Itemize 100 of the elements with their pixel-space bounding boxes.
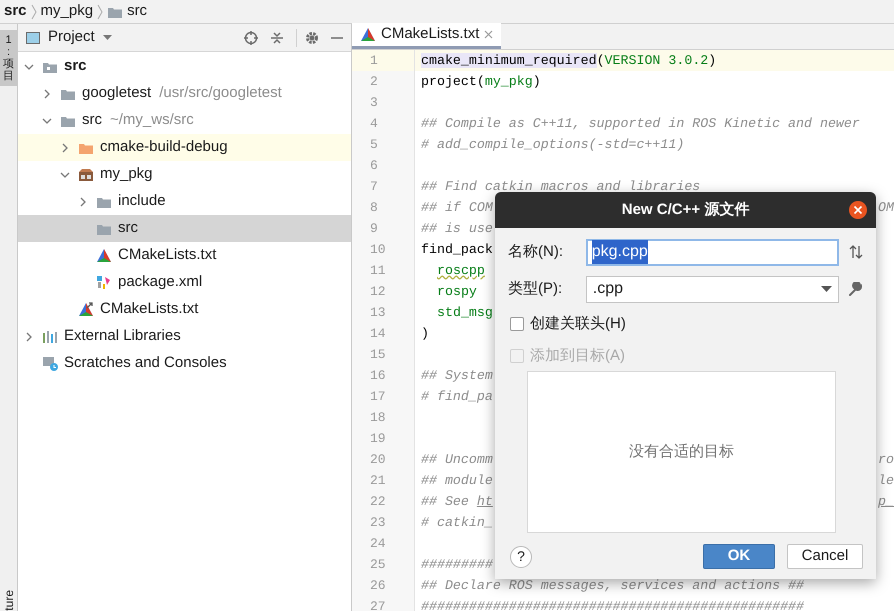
code-line: project(my_pkg) (421, 72, 541, 91)
line-number: 25 (352, 554, 415, 575)
tree-item[interactable]: Scratches and Consoles (18, 350, 351, 377)
line-number: 7 (352, 176, 415, 197)
tree-item[interactable]: CMakeLists.txt (18, 242, 351, 269)
code-line: ################################################ (421, 598, 804, 611)
breadcrumb-item[interactable]: src (4, 0, 27, 23)
project-view-dropdown[interactable]: Project (48, 26, 112, 49)
line-number: 5 (352, 134, 415, 155)
code-fragment: OM (878, 198, 894, 217)
code-line: # catkin_ (421, 514, 493, 532)
tree-item-label: src (118, 218, 138, 238)
line-number: 10 (352, 239, 415, 260)
scratches-icon (42, 356, 58, 371)
line-number: 12 (352, 281, 415, 302)
triangle-icon (360, 27, 376, 42)
triangle-icon (78, 302, 94, 317)
library-icon (42, 330, 58, 344)
line-number: 14 (352, 323, 415, 344)
line-number: 24 (352, 533, 415, 554)
tree-item[interactable]: cmake-build-debug (18, 134, 351, 161)
code-line: ## is use (421, 220, 493, 238)
sort-icon[interactable] (849, 244, 863, 260)
ok-button[interactable]: OK (703, 544, 775, 569)
help-button[interactable]: ? (510, 546, 532, 568)
settings-icon[interactable] (305, 30, 319, 44)
code-line: ## See ht (421, 492, 493, 511)
close-icon[interactable] (849, 201, 867, 219)
checkbox-label: 创建关联头(H) (530, 314, 626, 334)
code-line: find_pack (421, 240, 493, 259)
xml-file-icon (96, 275, 112, 290)
tree-item[interactable]: package.xml (18, 269, 351, 296)
line-number: 8 (352, 197, 415, 218)
dropdown-caret-icon (821, 286, 832, 292)
empty-list-message: 没有合适的目标 (629, 442, 734, 462)
line-number: 4 (352, 113, 415, 134)
cancel-button[interactable]: Cancel (787, 544, 863, 569)
tree-item[interactable]: googletest /usr/src/googletest (18, 80, 351, 107)
dropdown-caret-icon (102, 35, 112, 40)
line-number: 19 (352, 428, 415, 449)
code-line: ######### (421, 556, 493, 574)
tree-item[interactable]: CMakeLists.txt (18, 296, 351, 323)
code-line: std_msg (437, 304, 493, 322)
dialog-title: New C/C++ 源文件 (622, 200, 750, 220)
tree-item-label: my_pkg (100, 164, 153, 184)
tree-item[interactable]: my_pkg (18, 161, 351, 188)
triangle-icon (96, 248, 112, 263)
tree-item-label: CMakeLists.txt (100, 299, 198, 320)
line-number: 6 (352, 155, 415, 176)
code-line: ## Uncomm (421, 450, 493, 469)
code-line: # find_pa (421, 388, 493, 406)
locate-icon[interactable] (244, 30, 258, 44)
project-tool-tab[interactable]: 1:项目 (0, 30, 17, 86)
line-number: 23 (352, 512, 415, 533)
line-number: 18 (352, 407, 415, 428)
checkbox[interactable] (510, 317, 524, 331)
code-line: ## module (421, 472, 493, 490)
line-number: 26 (352, 575, 415, 596)
line-number: 22 (352, 491, 415, 512)
line-number: 11 (352, 260, 415, 281)
tree-item-label: cmake-build-debug (100, 137, 228, 158)
line-number: 17 (352, 386, 415, 407)
editor-tab[interactable]: CMakeLists.txt (352, 23, 502, 49)
tree-item[interactable]: src ~/my_ws/src (18, 107, 351, 134)
line-number: 20 (352, 449, 415, 470)
tree-item-label: googletest (82, 83, 152, 104)
breadcrumb-item[interactable]: my_pkg (40, 0, 94, 23)
code-line: ## System (421, 366, 493, 385)
code-line: ## Compile as C++11, supported in ROS Kinetic and newer (421, 114, 860, 133)
tree-item-label: package.xml (118, 272, 202, 292)
name-field[interactable]: pkg.cpp (586, 238, 839, 266)
tree-item[interactable]: src (18, 215, 351, 242)
code-fragment: ro (878, 450, 894, 469)
line-number: 2 (352, 71, 415, 92)
breadcrumb-item[interactable]: src (127, 0, 148, 23)
field-label: 名称(N): (508, 242, 564, 262)
chevron-icon (97, 4, 104, 20)
type-dropdown[interactable]: .cpp (586, 276, 839, 302)
code-line: ## if COM (421, 198, 493, 217)
path-hint: ~/my_ws/src (110, 110, 194, 130)
line-number: 3 (352, 92, 415, 113)
project-view-icon (26, 32, 40, 44)
code-line: ) (421, 324, 429, 343)
tree-item[interactable]: External Libraries (18, 323, 351, 350)
path-hint: /usr/src/googletest (159, 83, 282, 104)
tree-item-label: src (82, 110, 102, 130)
field-label: 类型(P): (508, 278, 564, 299)
code-line: ## Declare ROS messages, services and actions ## (421, 576, 804, 595)
structure-tool-tab[interactable]: ture (0, 590, 18, 611)
tree-item-label: CMakeLists.txt (118, 245, 216, 266)
tree-item[interactable]: include (18, 188, 351, 215)
tree-item-label: Scratches and Consoles (64, 353, 227, 374)
tree-item[interactable]: src (18, 53, 351, 80)
code-line: cmake_minimum_required(VERSION 3.0.2) (421, 52, 716, 70)
line-number: 13 (352, 302, 415, 323)
line-number: 9 (352, 218, 415, 239)
chevron-icon (30, 4, 37, 20)
code-line: roscpp (437, 262, 485, 280)
code-line: ## Find catkin macros and libraries (421, 178, 700, 196)
collapse-icon[interactable] (270, 30, 284, 44)
